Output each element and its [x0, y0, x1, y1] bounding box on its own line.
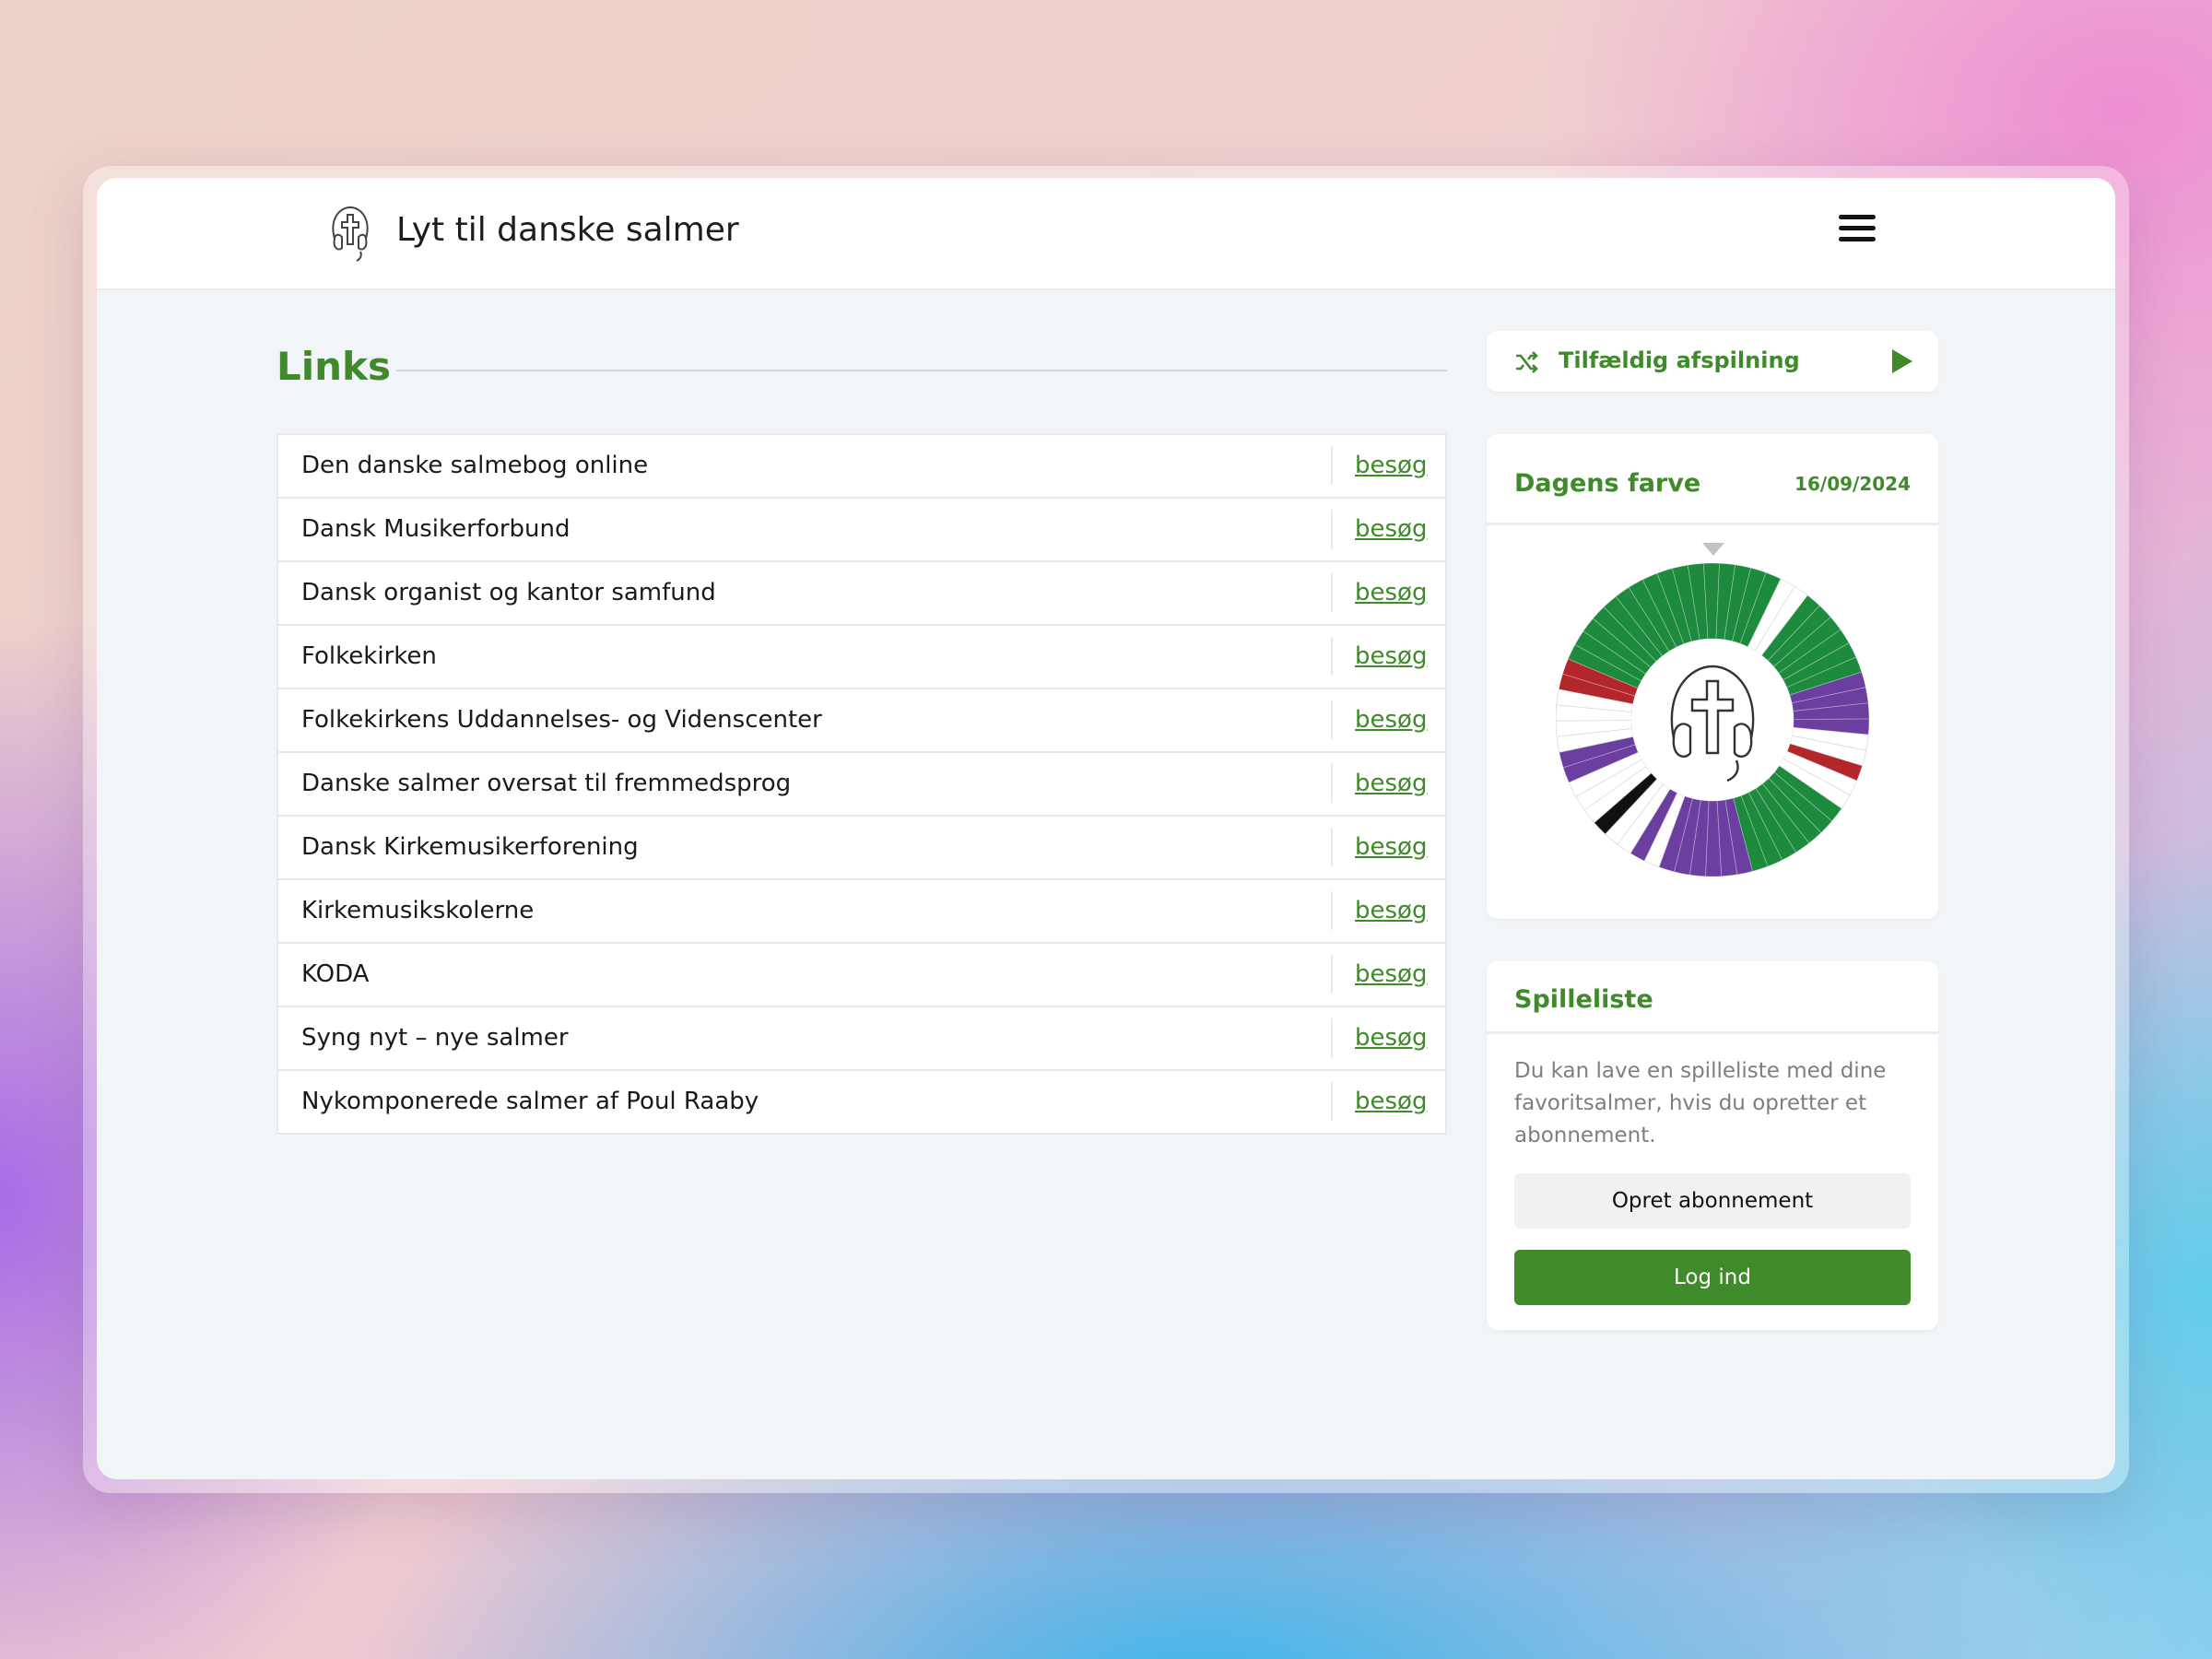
row-divider — [1331, 764, 1333, 803]
wheel-center — [1631, 639, 1794, 801]
app-window: Lyt til danske salmer Links Den danske s… — [97, 178, 2115, 1479]
link-row: Dansk Musikerforbund besøg — [278, 499, 1445, 562]
visit-link[interactable]: besøg — [1355, 1088, 1427, 1115]
link-row: KODA besøg — [278, 944, 1445, 1007]
links-heading: Links — [276, 344, 1447, 399]
day-color-title: Dagens farve — [1514, 469, 1701, 498]
app-title[interactable]: Lyt til danske salmer — [396, 211, 739, 249]
link-name: Dansk organist og kantor samfund — [301, 579, 716, 606]
heading-divider — [396, 370, 1447, 371]
link-name: KODA — [301, 960, 370, 988]
link-row: Danske salmer oversat til fremmedsprog be… — [278, 753, 1445, 817]
link-row: Folkekirkens Uddannelses- og Videnscente… — [278, 689, 1445, 753]
logo-headphones-cross-icon[interactable] — [327, 202, 373, 263]
visit-link[interactable]: besøg — [1355, 833, 1427, 861]
day-color-card: Dagens farve 16/09/2024 — [1487, 434, 1938, 919]
link-name: Dansk Kirkemusikerforening — [301, 833, 639, 861]
link-name: Nykomponerede salmer af Poul Raaby — [301, 1088, 759, 1115]
page-title: Links — [276, 344, 391, 389]
link-name: Den danske salmebog online — [301, 452, 649, 479]
visit-link[interactable]: besøg — [1355, 770, 1427, 797]
row-divider — [1331, 510, 1333, 548]
link-row: Dansk organist og kantor samfund besøg — [278, 562, 1445, 626]
link-name: Kirkemusikskolerne — [301, 897, 535, 924]
visit-link[interactable]: besøg — [1355, 515, 1427, 543]
link-name: Danske salmer oversat til fremmedsprog — [301, 770, 792, 797]
top-bar: Lyt til danske salmer — [97, 178, 2115, 290]
play-icon[interactable] — [1890, 347, 1914, 375]
shuffle-icon — [1516, 351, 1538, 373]
playlist-card: Spilleliste Du kan lave en spilleliste m… — [1487, 961, 1938, 1330]
visit-link[interactable]: besøg — [1355, 960, 1427, 988]
visit-link[interactable]: besøg — [1355, 1024, 1427, 1052]
row-divider — [1331, 446, 1333, 485]
visit-link[interactable]: besøg — [1355, 579, 1427, 606]
links-list: Den danske salmebog online besøg Dansk Mus… — [276, 433, 1447, 1135]
visit-link[interactable]: besøg — [1355, 642, 1427, 670]
day-color-date: 16/09/2024 — [1794, 473, 1911, 495]
row-divider — [1331, 700, 1333, 739]
link-name: Folkekirkens Uddannelses- og Videnscente… — [301, 706, 822, 734]
playlist-header: Spilleliste — [1487, 961, 1938, 1034]
visit-link[interactable]: besøg — [1355, 452, 1427, 479]
visit-link[interactable]: besøg — [1355, 897, 1427, 924]
row-divider — [1331, 1018, 1333, 1057]
wheel-pointer-icon — [1702, 543, 1724, 556]
link-row: Folkekirken besøg — [278, 626, 1445, 689]
link-row: Den danske salmebog online besøg — [278, 435, 1445, 499]
day-color-header: Dagens farve 16/09/2024 — [1487, 434, 1938, 525]
link-row: Dansk Kirkemusikerforening besøg — [278, 817, 1445, 880]
link-name: Dansk Musikerforbund — [301, 515, 571, 543]
row-divider — [1331, 891, 1333, 930]
playlist-description: Du kan lave en spilleliste med dine favo… — [1514, 1059, 1887, 1147]
link-row: Nykomponerede salmer af Poul Raaby besøg — [278, 1071, 1445, 1133]
shuffle-play-bar[interactable]: Tilfældig afspilning — [1487, 331, 1938, 392]
login-button[interactable]: Log ind — [1514, 1250, 1911, 1305]
row-divider — [1331, 637, 1333, 676]
link-name: Folkekirken — [301, 642, 437, 670]
link-name: Syng nyt – nye salmer — [301, 1024, 569, 1052]
row-divider — [1331, 828, 1333, 866]
shuffle-label: Tilfældig afspilning — [1559, 347, 1800, 373]
link-row: Kirkemusikskolerne besøg — [278, 880, 1445, 944]
visit-link[interactable]: besøg — [1355, 706, 1427, 734]
row-divider — [1331, 955, 1333, 994]
subscribe-button[interactable]: Opret abonnement — [1514, 1173, 1911, 1229]
row-divider — [1331, 573, 1333, 612]
playlist-title: Spilleliste — [1514, 985, 1653, 1014]
row-divider — [1331, 1082, 1333, 1121]
menu-hamburger-icon[interactable] — [1839, 215, 1876, 246]
link-row: Syng nyt – nye salmer besøg — [278, 1007, 1445, 1071]
liturgical-color-wheel — [1556, 563, 1869, 877]
